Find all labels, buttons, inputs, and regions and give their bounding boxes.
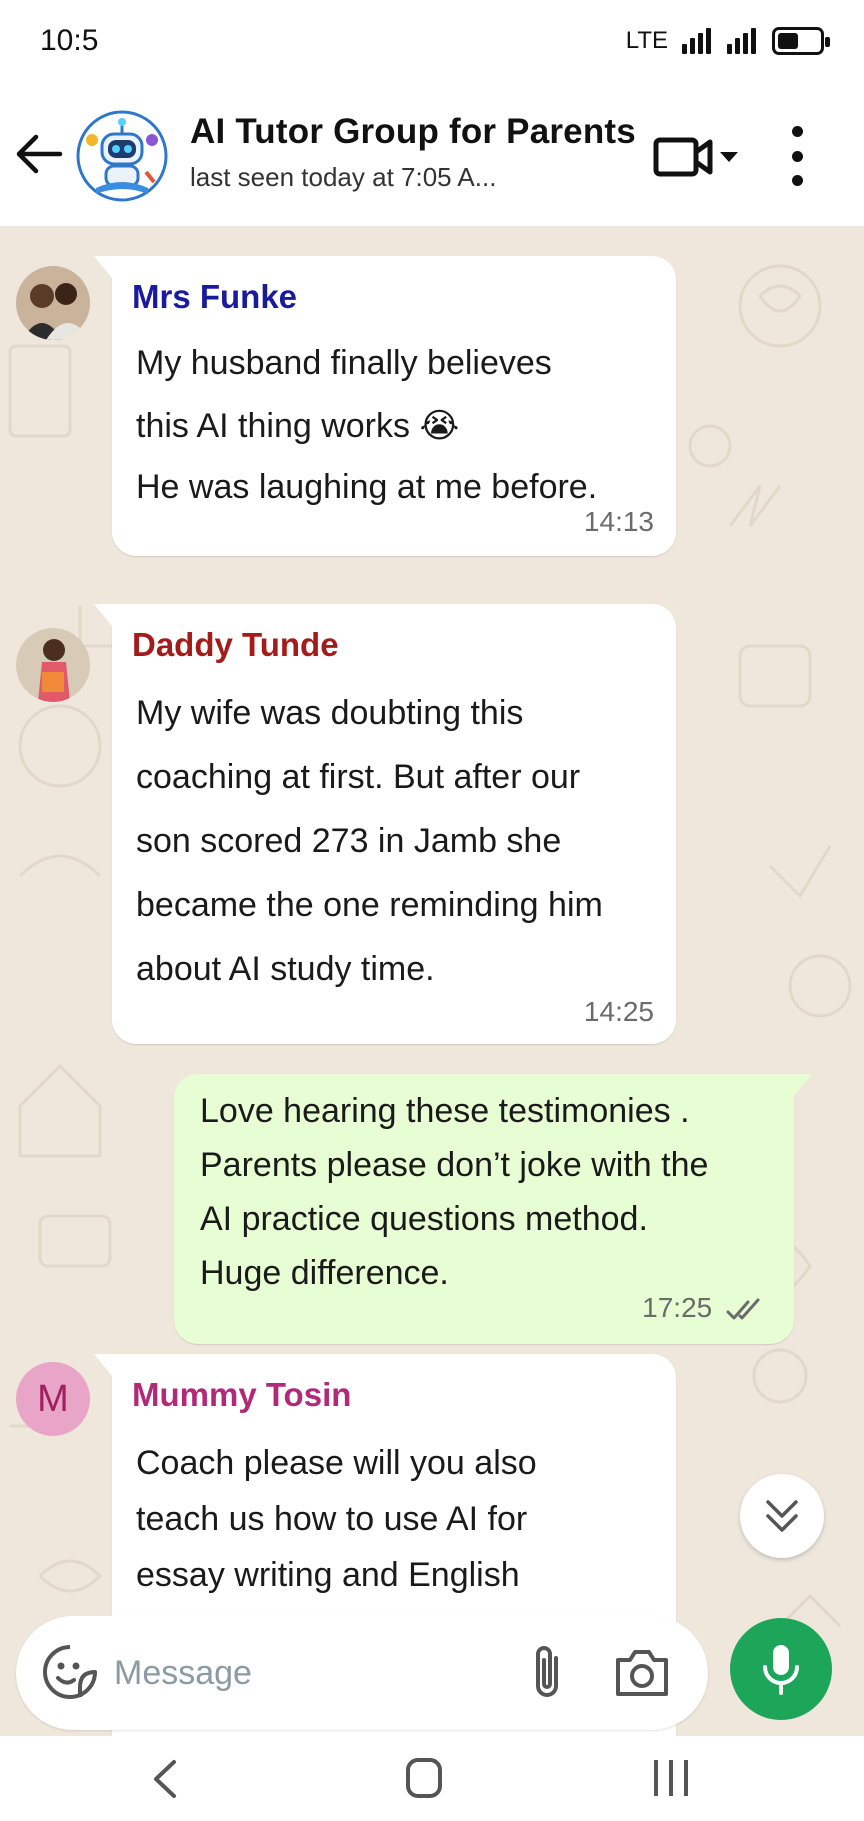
message-input[interactable] bbox=[114, 1638, 514, 1708]
message-time: 17:25 bbox=[642, 1292, 713, 1323]
message-line: teach us how to use AI for bbox=[136, 1500, 528, 1538]
double-chevron-down-icon bbox=[766, 1500, 798, 1532]
status-indicators: LTE bbox=[625, 27, 830, 55]
message-line: essay writing and English bbox=[136, 1556, 520, 1594]
message-line: Love hearing these testimonies . bbox=[200, 1092, 690, 1130]
scroll-to-bottom-button[interactable] bbox=[740, 1474, 824, 1558]
profile-photo-icon bbox=[16, 628, 90, 702]
message-line: about AI study time. bbox=[136, 950, 435, 988]
message-line: Coach please will you also bbox=[136, 1444, 537, 1482]
message-line: My wife was doubting this bbox=[136, 694, 524, 732]
message-line: AI practice questions method. bbox=[200, 1200, 648, 1238]
header-text[interactable]: AI Tutor Group for Parents last seen tod… bbox=[190, 112, 650, 193]
voice-message-button[interactable] bbox=[730, 1618, 832, 1720]
status-time: 10:5 bbox=[40, 24, 99, 57]
chat-header: AI Tutor Group for Parents last seen tod… bbox=[0, 82, 864, 226]
message-line: became the one reminding him bbox=[136, 886, 603, 924]
message-time: 14:13 bbox=[583, 506, 654, 537]
sticker-icon[interactable] bbox=[40, 1642, 100, 1702]
message-line: coaching at first. But after our bbox=[136, 758, 581, 796]
signal-icon-2 bbox=[727, 28, 756, 54]
avatar-mummy-tosin[interactable]: M bbox=[16, 1362, 90, 1436]
sender-name[interactable]: Mummy Tosin bbox=[132, 1376, 351, 1414]
signal-icon bbox=[682, 28, 711, 54]
avatar-mrs-funke[interactable] bbox=[16, 266, 90, 340]
battery-icon bbox=[772, 27, 830, 55]
nav-home-icon[interactable] bbox=[406, 1758, 442, 1798]
message-line: Huge difference. bbox=[200, 1254, 449, 1292]
back-arrow-icon[interactable] bbox=[14, 132, 64, 176]
video-call-icon[interactable] bbox=[652, 132, 742, 182]
camera-icon[interactable] bbox=[612, 1644, 672, 1700]
message-bubble[interactable]: Daddy Tunde My wife was doubting this co… bbox=[94, 604, 676, 1044]
system-nav-bar bbox=[0, 1736, 864, 1821]
group-avatar[interactable] bbox=[76, 110, 168, 202]
sender-name[interactable]: Daddy Tunde bbox=[132, 626, 339, 664]
profile-photo-icon bbox=[16, 266, 90, 340]
more-options-icon[interactable] bbox=[780, 126, 814, 186]
network-type: LTE bbox=[625, 27, 668, 54]
message-composer bbox=[16, 1616, 708, 1730]
message-line: He was laughing at me before. bbox=[136, 468, 598, 506]
group-title: AI Tutor Group for Parents bbox=[190, 112, 636, 151]
message-time-row: 17:25 bbox=[642, 1292, 766, 1324]
status-bar: 10:5 LTE bbox=[0, 0, 864, 82]
sender-name[interactable]: Mrs Funke bbox=[132, 278, 297, 316]
read-receipt-ticks-icon bbox=[726, 1298, 760, 1320]
robot-logo-icon bbox=[76, 110, 168, 202]
nav-recents-icon[interactable] bbox=[654, 1760, 688, 1796]
nav-back-icon[interactable] bbox=[150, 1758, 180, 1800]
message-line: Parents please don’t joke with the bbox=[200, 1146, 709, 1184]
message-line: this AI thing works 😭 bbox=[136, 407, 460, 445]
message-line: My husband finally believes bbox=[136, 344, 552, 382]
last-seen: last seen today at 7:05 A... bbox=[190, 162, 497, 192]
chat-area[interactable]: Mrs Funke My husband finally believes th… bbox=[0, 226, 864, 1736]
attach-icon[interactable] bbox=[522, 1640, 572, 1704]
message-bubble-outgoing[interactable]: Love hearing these testimonies . Parents… bbox=[174, 1074, 812, 1344]
message-bubble[interactable]: Mrs Funke My husband finally believes th… bbox=[94, 256, 676, 556]
avatar-letter: M bbox=[37, 1377, 69, 1420]
mic-icon bbox=[763, 1645, 799, 1695]
message-line: son scored 273 in Jamb she bbox=[136, 822, 562, 860]
message-time: 14:25 bbox=[583, 996, 654, 1027]
avatar-daddy-tunde[interactable] bbox=[16, 628, 90, 702]
